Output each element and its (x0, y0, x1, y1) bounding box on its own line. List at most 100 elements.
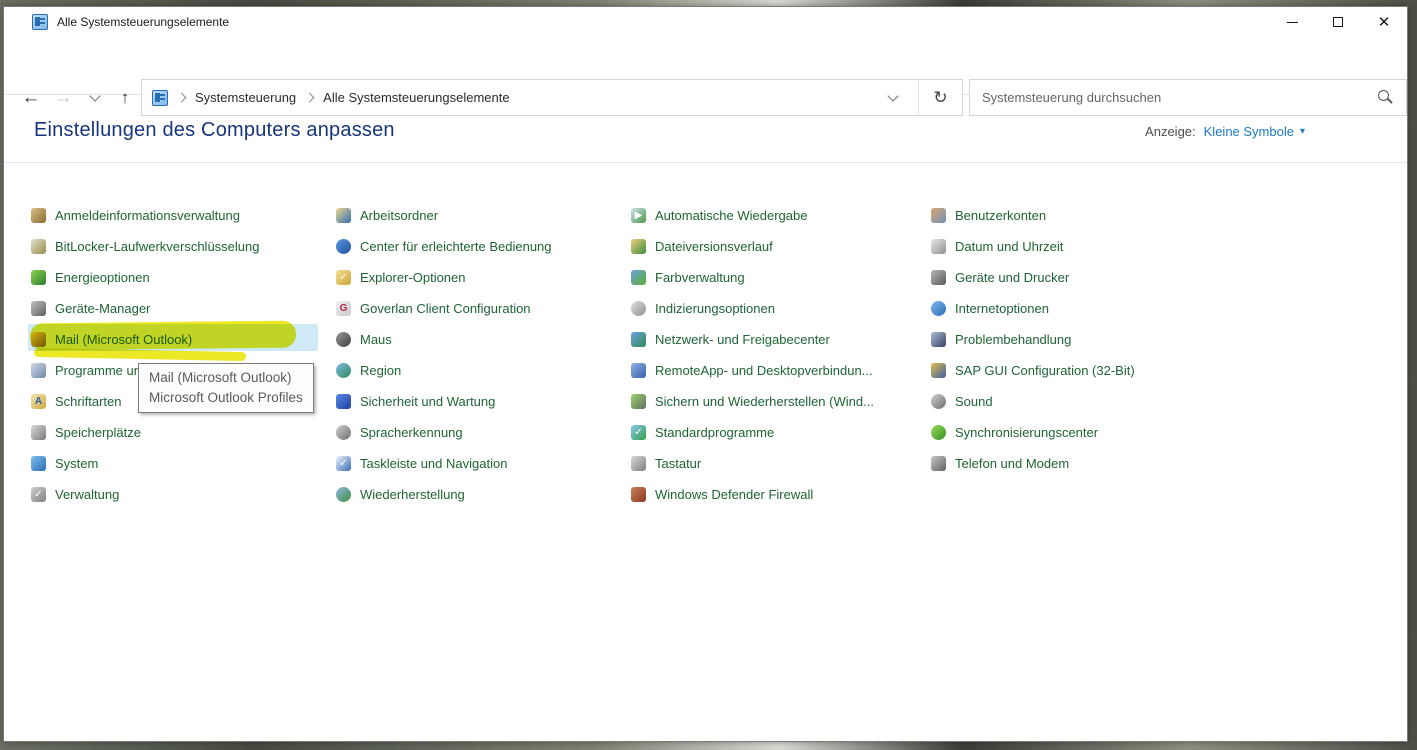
recent-pages-dropdown[interactable] (82, 79, 108, 116)
breadcrumb-separator-icon (305, 93, 315, 103)
mail-item-tooltip: Mail (Microsoft Outlook) Microsoft Outlo… (138, 363, 314, 413)
control-panel-item-sicherheit-und-wartung[interactable]: Sicherheit und Wartung (336, 386, 626, 417)
item-label: BitLocker-Laufwerkverschlüsselung (55, 239, 259, 254)
speech-recognition-icon (336, 425, 351, 440)
item-label: Tastatur (655, 456, 701, 471)
title-bar: Alle Systemsteuerungselemente ✕ (4, 7, 1407, 37)
item-label: RemoteApp- und Desktopverbindun... (655, 363, 873, 378)
items-column-2: Arbeitsordner Center für erleichterte Bed… (336, 200, 626, 510)
item-label: Speicherplätze (55, 425, 141, 440)
view-by-dropdown-icon[interactable]: ▾ (1300, 126, 1305, 137)
up-button[interactable]: ↑ (110, 79, 140, 116)
control-panel-item-taskleiste-und-navigation[interactable]: ✓ Taskleiste und Navigation (336, 448, 626, 479)
network-sharing-icon (631, 332, 646, 347)
control-panel-item-spracherkennung[interactable]: Spracherkennung (336, 417, 626, 448)
control-panel-item-internetoptionen[interactable]: Internetoptionen (931, 293, 1241, 324)
control-panel-item-problembehandlung[interactable]: Problembehandlung (931, 324, 1241, 355)
control-panel-item-speicherpl-tze[interactable]: Speicherplätze (31, 417, 331, 448)
item-label: Goverlan Client Configuration (360, 301, 531, 316)
control-panel-item-farbverwaltung[interactable]: Farbverwaltung (631, 262, 926, 293)
control-panel-item-arbeitsordner[interactable]: Arbeitsordner (336, 200, 626, 231)
item-label: System (55, 456, 98, 471)
control-panel-item-telefon-und-modem[interactable]: Telefon und Modem (931, 448, 1241, 479)
firewall-icon (631, 487, 646, 502)
color-management-icon (631, 270, 646, 285)
control-panel-item-center-f-r-erleichterte-bedienung[interactable]: Center für erleichterte Bedienung (336, 231, 626, 262)
control-panel-item-benutzerkonten[interactable]: Benutzerkonten (931, 200, 1241, 231)
maximize-icon (1333, 17, 1343, 27)
search-input[interactable] (970, 90, 1376, 105)
refresh-icon: ↻ (933, 88, 947, 108)
control-panel-item-ger-te-und-drucker[interactable]: Geräte und Drucker (931, 262, 1241, 293)
phone-modem-icon (931, 456, 946, 471)
control-panel-item-dateiversionsverlauf[interactable]: Dateiversionsverlauf (631, 231, 926, 262)
troubleshooting-icon (931, 332, 946, 347)
item-label: Internetoptionen (955, 301, 1049, 316)
remoteapp-icon (631, 363, 646, 378)
sync-center-icon (931, 425, 946, 440)
control-panel-item-windows-defender-firewall[interactable]: Windows Defender Firewall (631, 479, 926, 510)
item-label: Center für erleichterte Bedienung (360, 239, 552, 254)
refresh-button[interactable]: ↻ (919, 80, 962, 115)
breadcrumb-alle-systemsteuerungselemente[interactable]: Alle Systemsteuerungselemente (323, 90, 509, 105)
tooltip-line-1: Mail (Microsoft Outlook) (149, 368, 303, 388)
control-panel-item-anmeldeinformationsverwaltung[interactable]: Anmeldeinformationsverwaltung (31, 200, 331, 231)
control-panel-item-energieoptionen[interactable]: Energieoptionen (31, 262, 331, 293)
forward-button[interactable]: → (48, 79, 78, 116)
devices-printers-icon (931, 270, 946, 285)
control-panel-item-ger-te-manager[interactable]: Geräte-Manager (31, 293, 331, 324)
close-button[interactable]: ✕ (1361, 7, 1407, 37)
default-programs-icon: ✓ (631, 425, 646, 440)
tooltip-line-2: Microsoft Outlook Profiles (149, 388, 303, 408)
window-title: Alle Systemsteuerungselemente (57, 15, 229, 29)
view-by-label: Anzeige: (1145, 124, 1196, 139)
explorer-options-icon: ✓ (336, 270, 351, 285)
maximize-button[interactable] (1315, 7, 1361, 37)
item-label: Sound (955, 394, 993, 409)
programs-features-icon (31, 363, 46, 378)
view-by-control: Anzeige: Kleine Symbole ▾ (1145, 124, 1305, 139)
sap-gui-icon (931, 363, 946, 378)
control-panel-item-sichern-und-wiederherstellen-wind[interactable]: Sichern und Wiederherstellen (Wind... (631, 386, 926, 417)
back-button[interactable]: ← (14, 79, 48, 116)
control-panel-item-datum-und-uhrzeit[interactable]: Datum und Uhrzeit (931, 231, 1241, 262)
item-label: Netzwerk- und Freigabecenter (655, 332, 830, 347)
minimize-icon (1287, 22, 1298, 23)
address-dropdown-button[interactable] (867, 80, 919, 115)
control-panel-item-automatische-wiedergabe[interactable]: ▶Automatische Wiedergabe (631, 200, 926, 231)
item-label: Energieoptionen (55, 270, 150, 285)
taskbar-navigation-icon: ✓ (336, 456, 351, 471)
control-panel-item-system[interactable]: System (31, 448, 331, 479)
chevron-down-icon (887, 90, 898, 101)
control-panel-item-wiederherstellung[interactable]: Wiederherstellung (336, 479, 626, 510)
control-panel-item-remoteapp-und-desktopverbindun[interactable]: RemoteApp- und Desktopverbindun... (631, 355, 926, 386)
control-panel-item-maus[interactable]: Maus (336, 324, 626, 355)
control-panel-icon (32, 14, 48, 30)
recovery-icon (336, 487, 351, 502)
control-panel-item-goverlan-client-configuration[interactable]: GGoverlan Client Configuration (336, 293, 626, 324)
control-panel-item-sound[interactable]: Sound (931, 386, 1241, 417)
item-label: Taskleiste und Navigation (360, 456, 507, 471)
control-panel-item-verwaltung[interactable]: ✓Verwaltung (31, 479, 331, 510)
storage-spaces-icon (31, 425, 46, 440)
control-panel-item-synchronisierungscenter[interactable]: Synchronisierungscenter (931, 417, 1241, 448)
control-panel-item-explorer-optionen[interactable]: ✓Explorer-Optionen (336, 262, 626, 293)
item-label: Problembehandlung (955, 332, 1071, 347)
control-panel-item-tastatur[interactable]: Tastatur (631, 448, 926, 479)
control-panel-item-region[interactable]: Region (336, 355, 626, 386)
minimize-button[interactable] (1269, 7, 1315, 37)
control-panel-item-bitlocker-laufwerkverschl-sselung[interactable]: BitLocker-Laufwerkverschlüsselung (31, 231, 331, 262)
items-column-3: ▶Automatische WiedergabeDateiversionsver… (631, 200, 926, 510)
forward-arrow-icon: → (54, 87, 73, 109)
control-panel-item-sap-gui-configuration-32-bit[interactable]: SAP GUI Configuration (32-Bit) (931, 355, 1241, 386)
control-panel-item-netzwerk-und-freigabecenter[interactable]: Netzwerk- und Freigabecenter (631, 324, 926, 355)
address-bar[interactable]: Systemsteuerung Alle Systemsteuerungsele… (141, 79, 963, 116)
date-time-icon (931, 239, 946, 254)
up-arrow-icon: ↑ (121, 88, 130, 108)
breadcrumb-separator-icon (177, 93, 187, 103)
device-manager-icon (31, 301, 46, 316)
view-by-value[interactable]: Kleine Symbole (1204, 124, 1294, 139)
control-panel-item-indizierungsoptionen[interactable]: Indizierungsoptionen (631, 293, 926, 324)
breadcrumb-systemsteuerung[interactable]: Systemsteuerung (195, 90, 296, 105)
control-panel-item-standardprogramme[interactable]: ✓Standardprogramme (631, 417, 926, 448)
